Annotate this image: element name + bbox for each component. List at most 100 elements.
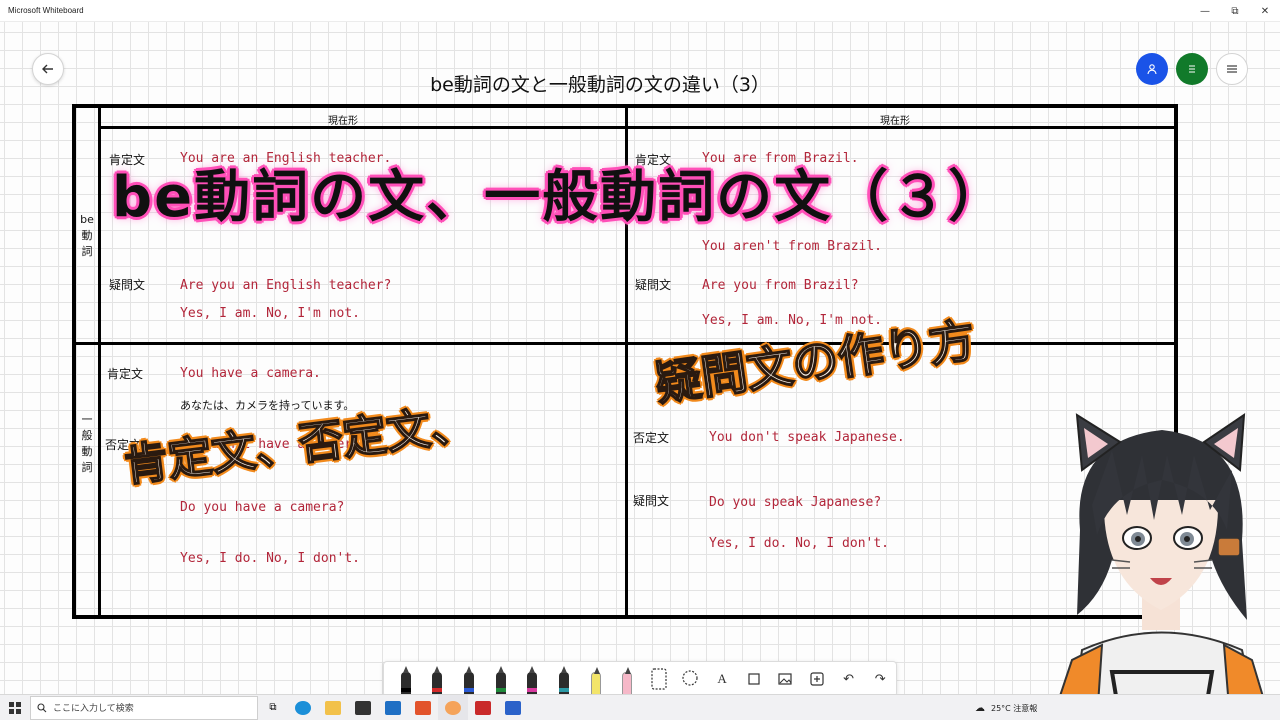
task-view-button[interactable]: ⧉	[258, 695, 288, 720]
edge-icon	[295, 700, 311, 715]
app-red-button[interactable]	[468, 695, 498, 720]
row-label-be: be動詞	[80, 213, 94, 258]
settings-menu-button[interactable]	[1216, 53, 1248, 85]
note-icon	[748, 673, 760, 685]
be-left-answer: Yes, I am. No, I'm not.	[180, 306, 361, 321]
highlighter-tool[interactable]	[580, 662, 612, 696]
pen-green-tool[interactable]	[485, 662, 517, 696]
label-question: 疑問文	[633, 494, 670, 508]
be-right-question: Are you from Brazil?	[702, 278, 859, 293]
ruler-icon	[651, 668, 667, 690]
redo-icon: ↷	[874, 671, 886, 687]
eraser-tool[interactable]	[611, 662, 643, 696]
label-affirmative: 肯定文	[107, 367, 144, 381]
office-icon	[415, 700, 431, 715]
pen-icon	[558, 666, 569, 696]
mail-icon	[385, 700, 401, 715]
label-question: 疑問文	[635, 278, 672, 292]
label-negative: 否定文	[633, 431, 670, 445]
gen-left-question: Do you have a camera?	[180, 500, 345, 515]
undo-button[interactable]: ↶	[833, 662, 865, 696]
start-button[interactable]	[0, 695, 30, 720]
search-placeholder: ここに入力して検索	[53, 704, 134, 714]
folder-icon	[325, 700, 341, 715]
pen-blue-tool[interactable]	[453, 662, 485, 696]
cat-avatar-illustration	[1050, 413, 1272, 720]
close-button[interactable]: ✕	[1250, 0, 1280, 22]
explorer-button[interactable]	[318, 695, 348, 720]
undo-icon: ↶	[843, 671, 855, 687]
pen-teal-tool[interactable]	[548, 662, 580, 696]
board-title: be動詞の文と一般動詞の文の違い（3）	[430, 74, 770, 96]
gen-right-negative: You don't speak Japanese.	[709, 430, 905, 445]
ruler-tool[interactable]	[643, 662, 675, 696]
eraser-icon	[622, 667, 633, 696]
image-tool[interactable]	[770, 662, 802, 696]
text-icon: A	[717, 671, 727, 686]
weather-text[interactable]: 25°C 注意報	[991, 703, 1037, 714]
redo-button[interactable]: ↷	[864, 662, 896, 696]
minimize-button[interactable]: —	[1190, 0, 1220, 22]
pen-icon	[464, 666, 475, 696]
label-question: 疑問文	[109, 278, 146, 292]
highlighter-icon	[590, 667, 601, 696]
mail-button[interactable]	[378, 695, 408, 720]
arrow-left-icon	[42, 64, 53, 74]
windows-logo-icon	[9, 701, 21, 714]
back-button[interactable]	[32, 53, 64, 85]
table-col-divider-1	[98, 104, 101, 619]
lasso-tool[interactable]	[675, 662, 707, 696]
store-button[interactable]	[348, 695, 378, 720]
gen-right-answer: Yes, I do. No, I don't.	[709, 536, 890, 551]
task-view-icon: ⧉	[269, 702, 277, 713]
table-row-divider	[72, 342, 1178, 345]
app-blue-button[interactable]	[498, 695, 528, 720]
lasso-icon	[682, 670, 699, 686]
table-border-left	[72, 104, 76, 619]
pen-icon	[527, 666, 538, 696]
table-header-divider	[98, 126, 1178, 129]
whiteboard-toolbar: A ↶ ↷	[383, 661, 897, 697]
gen-left-affirmative: You have a camera.	[180, 366, 321, 381]
be-right-negative: You aren't from Brazil.	[702, 239, 883, 254]
edge-button[interactable]	[288, 695, 318, 720]
pen-pink-tool[interactable]	[517, 662, 549, 696]
invite-user-button[interactable]	[1136, 53, 1168, 85]
pen-icon	[432, 666, 443, 696]
pen-icon	[400, 666, 411, 696]
search-icon	[37, 702, 47, 712]
person-icon	[1147, 64, 1157, 75]
system-tray: ☁ 25°C 注意報	[975, 695, 1037, 720]
header-present-left: 現在形	[328, 116, 358, 127]
whiteboard-button[interactable]	[438, 694, 468, 720]
avatar-character	[1042, 410, 1280, 720]
weather-icon: ☁	[975, 702, 985, 714]
be-left-question: Are you an English teacher?	[180, 278, 392, 293]
window-titlebar: Microsoft Whiteboard — ⧉ ✕	[0, 0, 1280, 22]
insert-tool[interactable]	[801, 662, 833, 696]
whiteboard-icon	[445, 700, 461, 715]
overlay-headline: be動詞の文、一般動詞の文（３）	[112, 165, 1007, 230]
pen-black-tool[interactable]	[390, 662, 422, 696]
office-button[interactable]	[408, 695, 438, 720]
app-title: Microsoft Whiteboard	[8, 6, 84, 15]
taskbar-search[interactable]: ここに入力して検索	[30, 695, 258, 720]
row-label-general: 一般動詞	[81, 413, 93, 474]
pen-red-tool[interactable]	[422, 662, 454, 696]
text-tool[interactable]: A	[706, 662, 738, 696]
hamburger-icon	[1227, 65, 1237, 73]
header-present-right: 現在形	[880, 116, 910, 127]
plus-icon	[810, 672, 824, 686]
app-blue-icon	[505, 700, 521, 715]
restore-button[interactable]: ⧉	[1220, 0, 1250, 22]
store-icon	[355, 700, 371, 715]
account-button[interactable]	[1176, 53, 1208, 85]
gen-left-answer: Yes, I do. No, I don't.	[180, 551, 361, 566]
list-icon	[1189, 65, 1195, 73]
note-tool[interactable]	[738, 662, 770, 696]
image-icon	[778, 673, 792, 685]
windows-taskbar: ここに入力して検索 ⧉ ☁ 25°C 注意報	[0, 694, 1280, 720]
gen-right-question: Do you speak Japanese?	[709, 495, 882, 510]
pen-icon	[495, 666, 506, 696]
app-red-icon	[475, 700, 491, 715]
